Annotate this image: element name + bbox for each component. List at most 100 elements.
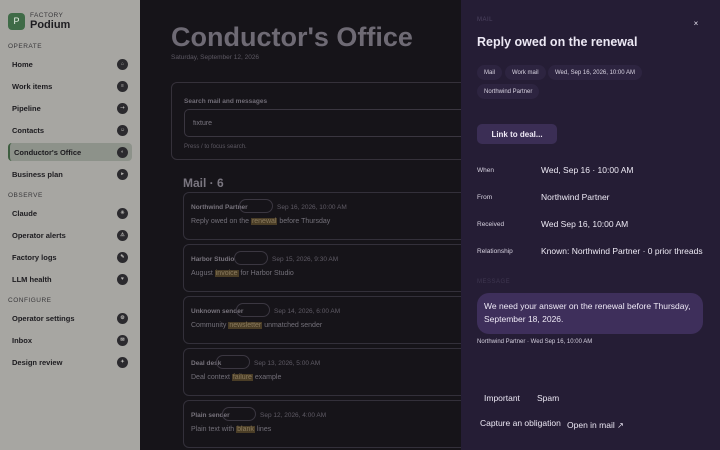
alert-icon: ⚠	[117, 229, 128, 241]
sidebar: P FACTORY Podium OPERATE Home ⌂ Work items ≡…	[0, 0, 140, 450]
field-value-from: Northwind Partner	[541, 192, 610, 202]
open-in-mail-link[interactable]: Open in mail ↗	[567, 420, 624, 430]
mail-item[interactable]: Deal desk Sep 13, 2026, 5:00 AM Deal conte…	[183, 348, 461, 396]
mail-tag-pill	[222, 407, 256, 421]
search-highlight: renewal	[250, 218, 278, 225]
drawer-kicker: MAIL	[477, 17, 494, 23]
field-label-received: Received	[477, 221, 505, 228]
sidebar-item-label: Design review	[12, 357, 63, 367]
search-input[interactable]	[184, 109, 461, 137]
mail-item[interactable]: Plain sender Sep 12, 2026, 4:00 AM Plain t…	[183, 400, 461, 448]
sidebar-item-design-review[interactable]: Design review ✦	[8, 353, 132, 371]
external-link-icon: ↗	[617, 421, 624, 430]
mail-tag-pill	[216, 355, 250, 369]
field-label-relationship: Relationship	[477, 248, 513, 255]
settings-icon: ⚙	[117, 312, 128, 324]
chip-mail: Mail	[477, 65, 503, 80]
mail-snippet: Community newsletter unmatched sender	[191, 322, 322, 329]
mail-item[interactable]: Northwind Partner Sep 16, 2026, 10:00 AM R…	[183, 192, 461, 240]
mail-tag-pill	[236, 303, 270, 317]
search-card: Search mail and messages Press / to focu…	[171, 82, 461, 160]
close-icon[interactable]: ×	[690, 18, 702, 30]
sidebar-item-label: Contacts	[12, 125, 45, 135]
plan-icon: ▸	[117, 168, 128, 180]
search-highlight: invoice	[214, 270, 239, 277]
sidebar-item-factory-logs[interactable]: Factory logs ✎	[8, 248, 132, 266]
mail-heading: Mail · 6	[183, 176, 224, 190]
pipeline-icon: ⇢	[117, 102, 128, 114]
sidebar-item-label: Home	[12, 59, 33, 69]
contacts-icon: ☺	[117, 124, 128, 136]
mail-sender: Harbor Studio	[191, 256, 235, 263]
sidebar-item-business-plan[interactable]: Business plan ▸	[8, 165, 132, 183]
field-label-from: From	[477, 194, 493, 201]
message-meta: Northwind Partner · Wed Sep 16, 10:00 AM	[477, 339, 593, 345]
sidebar-item-inbox[interactable]: Inbox ✉	[8, 331, 132, 349]
snippet-text: for Harbor Studio	[238, 270, 294, 277]
mail-tag-pill	[234, 251, 268, 265]
sidebar-item-contacts[interactable]: Contacts ☺	[8, 121, 132, 139]
capture-obligation-button[interactable]: Capture an obligation	[480, 418, 561, 428]
mail-item[interactable]: Harbor Studio Sep 15, 2026, 9:30 AM August…	[183, 244, 461, 292]
sidebar-item-work-items[interactable]: Work items ≡	[8, 77, 132, 95]
sidebar-item-label: Factory logs	[12, 252, 57, 262]
sidebar-item-pipeline[interactable]: Pipeline ⇢	[8, 99, 132, 117]
chip-sender: Northwind Partner	[477, 84, 540, 99]
sidebar-nav: OPERATE Home ⌂ Work items ≡ Pipeline ⇢ Contacts…	[0, 43, 140, 371]
claude-icon: ✳	[117, 207, 128, 219]
sidebar-item-home[interactable]: Home ⌂	[8, 55, 132, 73]
search-label: Search mail and messages	[184, 98, 268, 105]
sidebar-item-label: Inbox	[12, 335, 32, 345]
drawer-title: Reply owed on the renewal	[477, 35, 638, 49]
field-label-when: When	[477, 167, 494, 174]
mail-time: Sep 12, 2026, 4:00 AM	[260, 412, 327, 419]
snippet-text: August	[191, 270, 215, 277]
mail-item[interactable]: Unknown sender Sep 14, 2026, 6:00 AM Commu…	[183, 296, 461, 344]
mail-detail-drawer: MAIL × Reply owed on the renewal Mail Wo…	[461, 0, 720, 450]
mail-snippet: Plain text with blank lines	[191, 426, 271, 433]
field-value-relationship: Known: Northwind Partner · 0 prior threa…	[541, 246, 703, 256]
snippet-text: before Thursday	[277, 218, 331, 225]
sidebar-item-label: Claude	[12, 208, 38, 218]
page-title: Conductor's Office	[171, 22, 413, 52]
spam-button[interactable]: Spam	[537, 393, 559, 403]
mail-snippet: August invoice for Harbor Studio	[191, 270, 294, 277]
snippet-text: unmatched sender	[262, 322, 323, 329]
important-button[interactable]: Important	[484, 393, 520, 403]
snippet-text: Plain text with	[191, 426, 237, 433]
sidebar-item-label: Pipeline	[12, 103, 41, 113]
chip-date: Wed, Sep 16, 2026, 10:00 AM	[548, 65, 642, 80]
sidebar-item-claude[interactable]: Claude ✳	[8, 204, 132, 222]
sidebar-item-label: Operator settings	[12, 313, 75, 323]
brand-kicker: FACTORY	[30, 11, 64, 19]
search-highlight: newsletter	[228, 322, 263, 329]
sidebar-item-operator-settings[interactable]: Operator settings ⚙	[8, 309, 132, 327]
sidebar-item-llm-health[interactable]: LLM health ♥	[8, 270, 132, 288]
snippet-text: example	[252, 374, 282, 381]
health-icon: ♥	[117, 273, 128, 285]
snippet-text: Community	[191, 322, 229, 329]
link-to-deal-button[interactable]: Link to deal...	[477, 124, 557, 144]
office-icon: ◐	[117, 146, 128, 158]
message-bubble: We need your answer on the renewal befor…	[477, 293, 703, 334]
mail-snippet: Deal context failure example	[191, 374, 281, 381]
nav-section-label: CONFIGURE	[8, 297, 52, 304]
mail-time: Sep 14, 2026, 6:00 AM	[274, 308, 341, 315]
list-icon: ≡	[117, 80, 128, 92]
field-value-received: Wed Sep 16, 10:00 AM	[541, 219, 629, 229]
main-content: Conductor's Office Saturday, September 1…	[140, 0, 461, 450]
search-highlight: blank	[236, 426, 255, 433]
sidebar-item-conductor-s-office[interactable]: Conductor's Office ◐	[8, 143, 132, 161]
sidebar-item-label: Conductor's Office	[14, 147, 82, 157]
home-icon: ⌂	[117, 58, 128, 70]
nav-section-label: OPERATE	[8, 43, 43, 50]
mail-tag-pill	[239, 199, 273, 213]
sidebar-item-label: LLM health	[12, 274, 52, 284]
sidebar-item-label: Business plan	[12, 169, 63, 179]
design-icon: ✦	[117, 356, 128, 368]
mail-time: Sep 16, 2026, 10:00 AM	[277, 204, 347, 211]
nav-section-label: OBSERVE	[8, 192, 43, 199]
field-value-when: Wed, Sep 16 · 10:00 AM	[541, 165, 634, 175]
search-highlight: failure	[231, 374, 253, 381]
sidebar-item-operator-alerts[interactable]: Operator alerts ⚠	[8, 226, 132, 244]
